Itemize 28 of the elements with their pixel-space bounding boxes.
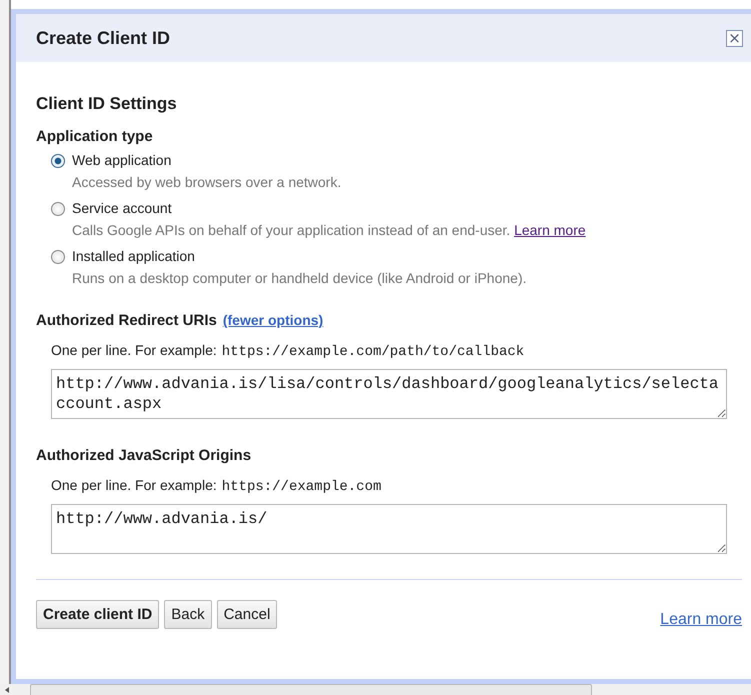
option-description: Accessed by web browsers over a network. [72, 174, 342, 190]
hint-text: One per line. For example: [51, 477, 217, 493]
close-button[interactable]: × [726, 30, 743, 46]
learn-more-link[interactable]: Learn more [660, 611, 742, 629]
field-label: Application type [36, 128, 154, 145]
hint-text: One per line. For example: [51, 342, 217, 358]
horizontal-scrollbar[interactable] [0, 684, 751, 695]
action-button[interactable]: Create client ID [36, 600, 160, 629]
input-field[interactable]: http://www.advania.is/lisa/controls/dashboard/googleanalytics/selectaccount.aspx [51, 369, 726, 419]
option-label[interactable]: Installed application [72, 248, 526, 264]
action-button[interactable]: Back [164, 600, 212, 629]
option-description: Calls Google APIs on behalf of your application instead of an end-user. [72, 222, 510, 238]
section-title: Client ID Settings [36, 94, 178, 114]
dialog-title: Create Client ID [36, 28, 170, 48]
option-label[interactable]: Service account [72, 200, 586, 216]
option-description: Runs on a desktop computer or handheld device (like Android or iPhone). [72, 270, 526, 286]
input-field[interactable]: http://www.advania.is/ [51, 504, 726, 554]
field-label: Authorized JavaScript Origins [36, 447, 252, 464]
radio-button[interactable] [51, 202, 65, 216]
action-button[interactable]: Cancel [216, 600, 278, 629]
radio-button[interactable] [51, 154, 65, 168]
example-url: https://example.com/path/to/callback [222, 344, 524, 360]
example-url: https://example.com [222, 479, 382, 495]
radio-button[interactable] [51, 250, 65, 264]
field-label: Authorized Redirect URIs [36, 312, 217, 329]
learn-more-link[interactable]: Learn more [514, 222, 586, 238]
toggle-options-link[interactable]: (fewer options) [222, 312, 324, 328]
option-label[interactable]: Web application [72, 152, 342, 168]
